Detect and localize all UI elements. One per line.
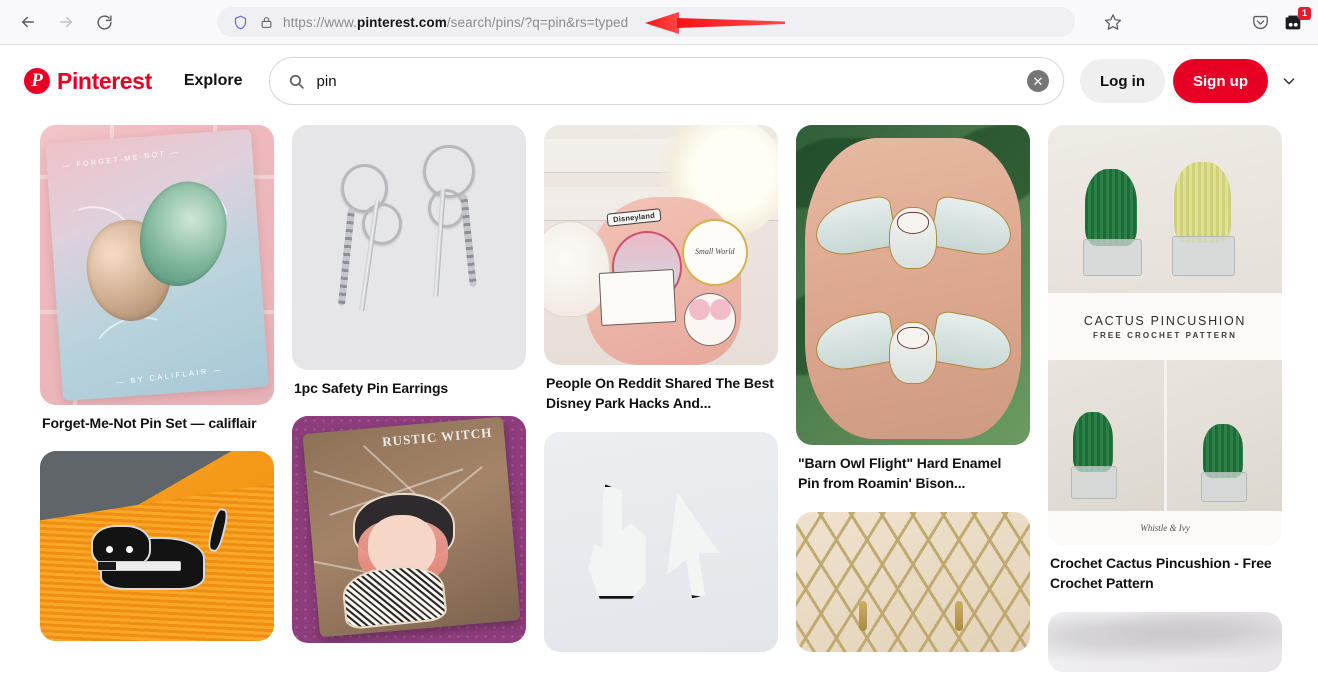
pin-title: 1pc Safety Pin Earrings: [294, 380, 449, 396]
grid-column: Disneyland Small World People On Reddit …: [544, 125, 778, 672]
pin-image-barn-owl-flight[interactable]: [796, 125, 1030, 445]
pin-title: Crochet Cactus Pincushion - Free Crochet…: [1050, 555, 1272, 592]
pin-card[interactable]: "Barn Owl Flight" Hard Enamel Pin from R…: [796, 125, 1030, 504]
back-arrow-icon[interactable]: [12, 6, 44, 38]
pin-card[interactable]: — FORGET·ME·NOT — — BY CALIFLAIR — Forge…: [40, 125, 274, 443]
pin-card[interactable]: Disneyland Small World People On Reddit …: [544, 125, 778, 424]
small-world-pin-label: Small World: [695, 246, 735, 256]
cactus-overlay-title: CACTUS PINCUSHION: [1083, 313, 1247, 328]
extension-icon[interactable]: 1: [1282, 6, 1311, 35]
pin-image-safety-pin-earrings[interactable]: [292, 125, 526, 370]
star-icon[interactable]: [1098, 7, 1128, 37]
pinterest-logo[interactable]: P Pinterest: [24, 68, 152, 95]
pin-image-gold-lattice[interactable]: [796, 511, 1030, 652]
pin-title: "Barn Owl Flight" Hard Enamel Pin from R…: [798, 455, 1002, 492]
grid-column: "Barn Owl Flight" Hard Enamel Pin from R…: [796, 125, 1030, 672]
pin-title: Forget-Me-Not Pin Set — califlair: [42, 415, 257, 431]
grid-column: 1pc Safety Pin Earrings RUSTIC WITCH: [292, 125, 526, 672]
pin-card[interactable]: RUSTIC WITCH: [292, 416, 526, 644]
cactus-signature: Whistle & Ivy: [1048, 511, 1282, 545]
login-button[interactable]: Log in: [1080, 59, 1165, 103]
address-bar[interactable]: https://www.pinterest.com/search/pins/?q…: [217, 7, 1075, 37]
extension-badge: 1: [1298, 6, 1311, 20]
pin-title: People On Reddit Shared The Best Disney …: [546, 375, 774, 412]
reload-icon[interactable]: [88, 6, 120, 38]
pin-image-pixel-cursor-pins[interactable]: [544, 431, 778, 652]
chevron-down-icon[interactable]: [1278, 70, 1300, 92]
toolbar-right-icons: 1: [1251, 0, 1311, 45]
pin-image-disney-park-hacks[interactable]: Disneyland Small World: [544, 125, 778, 365]
pin-card[interactable]: [40, 451, 274, 642]
pin-results-grid: — FORGET·ME·NOT — — BY CALIFLAIR — Forge…: [0, 117, 1318, 679]
url-text: https://www.pinterest.com/search/pins/?q…: [283, 14, 629, 30]
padlock-icon[interactable]: [253, 16, 279, 29]
browser-toolbar: https://www.pinterest.com/search/pins/?q…: [0, 0, 1318, 45]
navigation-buttons: [12, 6, 120, 38]
pocket-icon[interactable]: [1251, 13, 1270, 32]
search-input[interactable]: [316, 72, 1027, 90]
pin-card[interactable]: [1048, 611, 1282, 672]
pin-image-marble-texture[interactable]: [1048, 611, 1282, 672]
pin-image-black-cat-knife[interactable]: [40, 451, 274, 642]
cactus-overlay-subtitle: FREE CROCHET PATTERN: [1093, 330, 1237, 340]
card-top-label: — FORGET·ME·NOT —: [63, 149, 181, 171]
search-bar[interactable]: ✕: [268, 57, 1064, 105]
witch-card-label: RUSTIC WITCH: [381, 425, 493, 450]
pin-card[interactable]: CACTUS PINCUSHION FREE CROCHET PATTERN W…: [1048, 125, 1282, 604]
pinterest-logo-icon: P: [24, 68, 50, 94]
search-icon: [288, 73, 305, 90]
pin-card[interactable]: [544, 431, 778, 652]
shield-icon[interactable]: [227, 15, 253, 30]
signup-button[interactable]: Sign up: [1173, 59, 1268, 103]
pin-image-forget-me-not[interactable]: — FORGET·ME·NOT — — BY CALIFLAIR —: [40, 125, 274, 405]
explore-link[interactable]: Explore: [172, 64, 255, 98]
pin-card[interactable]: [796, 511, 1030, 652]
clear-search-button[interactable]: ✕: [1027, 70, 1049, 92]
pin-image-crochet-cactus-pincushion[interactable]: CACTUS PINCUSHION FREE CROCHET PATTERN W…: [1048, 125, 1282, 545]
pinterest-header: P Pinterest Explore ✕ Log in Sign up: [0, 45, 1318, 117]
forward-arrow-icon[interactable]: [50, 6, 82, 38]
grid-column: CACTUS PINCUSHION FREE CROCHET PATTERN W…: [1048, 125, 1282, 672]
brand-name: Pinterest: [57, 67, 152, 94]
pin-card[interactable]: 1pc Safety Pin Earrings: [292, 125, 526, 408]
grid-column: — FORGET·ME·NOT — — BY CALIFLAIR — Forge…: [40, 125, 274, 672]
pin-image-rustic-witch[interactable]: RUSTIC WITCH: [292, 416, 526, 644]
